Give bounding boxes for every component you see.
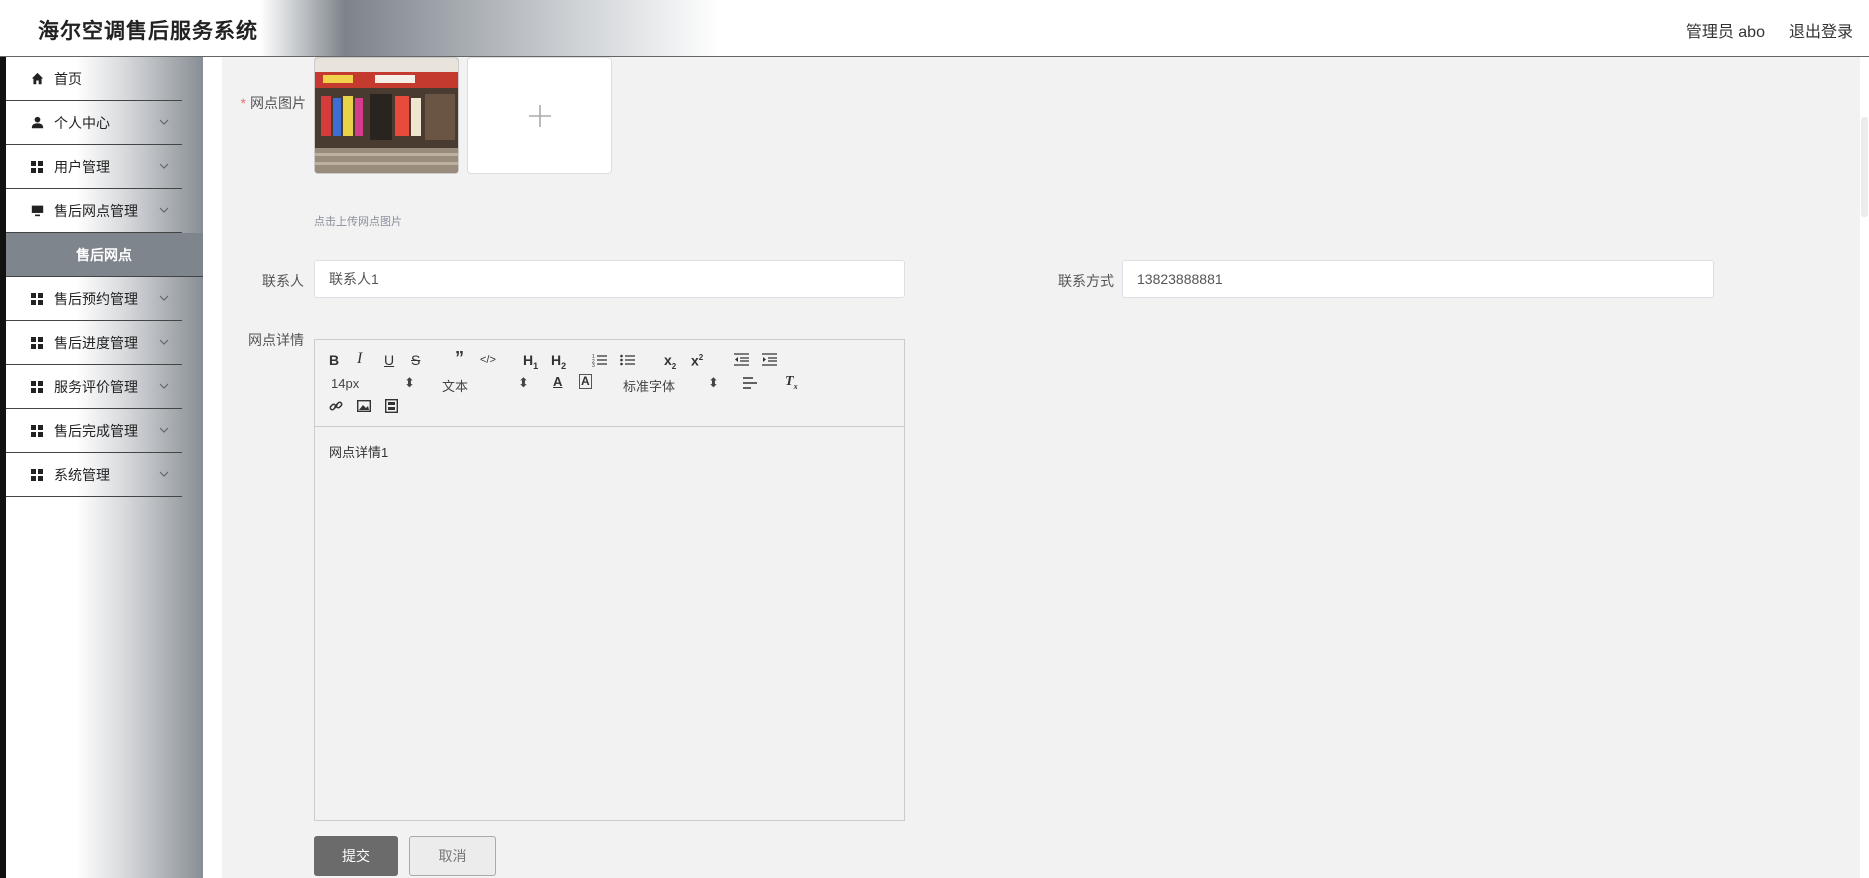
subscript-button[interactable]: x2: [664, 352, 676, 375]
header-picker[interactable]: 文本: [442, 376, 468, 395]
chevron-down-icon: [159, 339, 169, 345]
chevron-down-icon: [159, 207, 169, 213]
underline-button[interactable]: U: [384, 352, 394, 368]
font-size-caret-icon: ⬍: [404, 375, 415, 390]
phone-input[interactable]: 13823888881: [1122, 260, 1714, 298]
font-color-button[interactable]: A: [553, 374, 562, 390]
logout-link[interactable]: 退出登录: [1789, 18, 1853, 42]
chevron-down-icon: [159, 427, 169, 433]
chevron-down-icon: [159, 471, 169, 477]
indent-icon[interactable]: [762, 353, 777, 366]
form-panel: * 网点图片 点击上传网点图片 联系人 联系人1 联系方式 1382388888…: [222, 57, 1863, 878]
grid-icon: [30, 424, 44, 438]
app-title: 海尔空调售后服务系统: [38, 20, 258, 43]
sidebar-item-label: 售后网点管理: [54, 202, 138, 219]
sidebar-item-reviews[interactable]: 服务评价管理: [6, 365, 182, 409]
person-icon: [30, 116, 44, 130]
detail-label: 网点详情: [248, 332, 304, 348]
sidebar-item-completed[interactable]: 售后完成管理: [6, 409, 182, 453]
chevron-down-icon: [159, 383, 169, 389]
h1-button[interactable]: H1: [523, 352, 538, 374]
phone-label: 联系方式: [1058, 273, 1114, 289]
strike-button[interactable]: S: [411, 352, 420, 368]
sidebar-item-home[interactable]: 首页: [6, 57, 182, 101]
blockquote-button[interactable]: ”: [455, 349, 464, 367]
sidebar-item-users[interactable]: 用户管理: [6, 145, 182, 189]
sidebar-item-label: 个人中心: [54, 114, 110, 131]
grid-icon: [30, 468, 44, 482]
plus-icon: [528, 104, 551, 127]
scrollbar-thumb[interactable]: [1861, 117, 1868, 217]
superscript-button[interactable]: x2: [691, 350, 703, 369]
bold-button[interactable]: B: [329, 352, 339, 368]
sidebar: 首页 个人中心 用户管理 售后网点管理 售后网点 售后预约管理 售后进度管理 服…: [6, 57, 203, 878]
image-icon[interactable]: [357, 400, 371, 412]
grid-icon: [30, 292, 44, 306]
video-icon[interactable]: [385, 399, 398, 413]
sidebar-subitem-service-point[interactable]: 售后网点: [6, 233, 203, 277]
sidebar-item-profile[interactable]: 个人中心: [6, 101, 182, 145]
editor-toolbar: B I U S ” </> H1 H2 123 x2 x2 14px ⬍ 文本 …: [315, 340, 904, 427]
bullet-list-icon[interactable]: [620, 353, 635, 367]
outdent-icon[interactable]: [734, 353, 749, 366]
contact-input[interactable]: 联系人1: [314, 260, 905, 298]
required-marker: *: [240, 95, 246, 111]
link-icon[interactable]: [329, 399, 343, 413]
main-content: * 网点图片 点击上传网点图片 联系人 联系人1 联系方式 1382388888…: [203, 57, 1869, 878]
sidebar-item-progress[interactable]: 售后进度管理: [6, 321, 182, 365]
sidebar-item-appointments[interactable]: 售后预约管理: [6, 277, 182, 321]
sidebar-item-service-points[interactable]: 售后网点管理: [6, 189, 182, 233]
editor-content[interactable]: 网点详情1: [329, 442, 388, 461]
uploaded-image-thumbnail[interactable]: [314, 57, 459, 174]
sidebar-item-label: 首页: [54, 70, 82, 87]
sidebar-item-label: 售后预约管理: [54, 290, 138, 307]
chevron-down-icon: [159, 119, 169, 125]
upload-hint: 点击上传网点图片: [314, 216, 402, 228]
sidebar-item-label: 售后完成管理: [54, 422, 138, 439]
svg-text:3: 3: [592, 363, 595, 367]
home-icon: [30, 72, 44, 86]
grid-icon: [30, 336, 44, 350]
ordered-list-icon[interactable]: 123: [592, 353, 607, 367]
sidebar-item-label: 服务评价管理: [54, 378, 138, 395]
align-icon[interactable]: [743, 377, 757, 389]
page-scrollbar[interactable]: [1860, 57, 1869, 878]
italic-button[interactable]: I: [357, 351, 362, 367]
submit-button[interactable]: 提交: [314, 836, 398, 876]
image-field-label: * 网点图片: [240, 95, 306, 111]
code-button[interactable]: </>: [480, 352, 496, 368]
background-color-button[interactable]: A: [579, 374, 592, 389]
sidebar-item-label: 系统管理: [54, 466, 110, 483]
grid-icon: [30, 380, 44, 394]
monitor-icon: [30, 204, 44, 218]
chevron-down-icon: [159, 163, 169, 169]
current-user: 管理员 abo: [1685, 24, 1765, 41]
upload-add-button[interactable]: [467, 57, 612, 174]
chevron-down-icon: [159, 295, 169, 301]
contact-label: 联系人: [262, 273, 304, 289]
h2-button[interactable]: H2: [551, 352, 566, 374]
header-caret-icon: ⬍: [518, 375, 529, 390]
cancel-button[interactable]: 取消: [409, 836, 496, 876]
header-right: 管理员 abo 退出登录: [1686, 18, 1853, 42]
clear-format-button[interactable]: Tx: [785, 374, 798, 395]
font-family-caret-icon: ⬍: [708, 375, 719, 390]
sidebar-item-label: 售后进度管理: [54, 334, 138, 351]
rich-text-editor: B I U S ” </> H1 H2 123 x2 x2 14px ⬍ 文本 …: [314, 339, 905, 821]
sidebar-item-label: 用户管理: [54, 158, 110, 175]
font-family-picker[interactable]: 标准字体: [623, 376, 675, 395]
grid-icon: [30, 160, 44, 174]
font-size-picker[interactable]: 14px: [331, 376, 359, 391]
sidebar-item-system[interactable]: 系统管理: [6, 453, 182, 497]
top-header: 海尔空调售后服务系统 管理员 abo 退出登录: [0, 0, 1869, 57]
